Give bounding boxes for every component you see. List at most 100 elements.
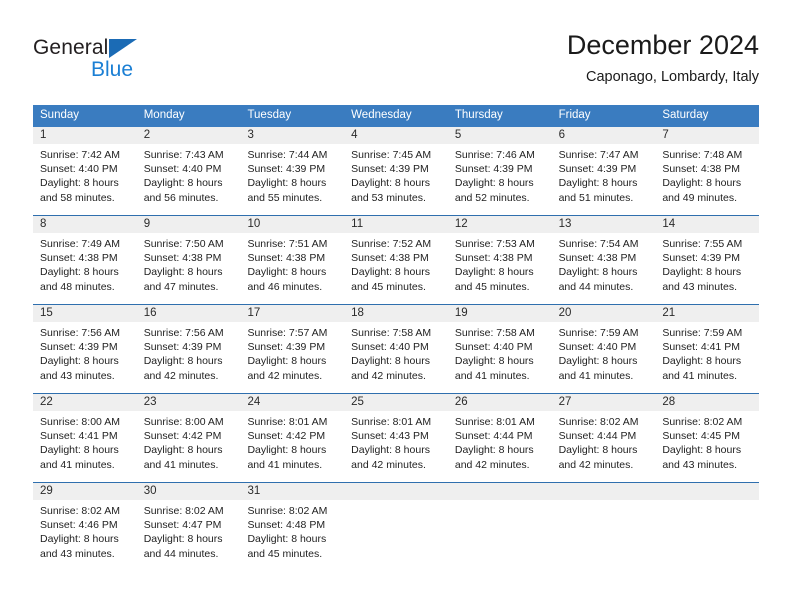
calendar-day-cell[interactable]: 27 Sunrise: 8:02 AM Sunset: 4:44 PM Dayligh… (551, 394, 656, 482)
day-number-band (447, 483, 552, 500)
calendar-day-cell[interactable]: 3 Sunrise: 7:44 AM Sunset: 4:39 PM Daylight… (240, 127, 345, 215)
sunrise-text: Sunrise: 7:55 AM (662, 238, 743, 250)
sunset-text: Sunset: 4:40 PM (40, 163, 118, 176)
calendar-day-cell[interactable]: 26 Sunrise: 8:01 AM Sunset: 4:44 PM Dayligh… (447, 394, 552, 482)
calendar-day-cell[interactable]: 31 Sunrise: 8:02 AM Sunset: 4:48 PM Dayligh… (240, 483, 345, 571)
daylight-text-line1: Daylight: 8 hours (351, 355, 430, 368)
calendar-day-cell[interactable]: 19 Sunrise: 7:58 AM Sunset: 4:40 PM Dayligh… (447, 305, 552, 393)
calendar-day-cell[interactable]: 12 Sunrise: 7:53 AM Sunset: 4:38 PM Dayligh… (447, 216, 552, 304)
calendar-week-row: 22 Sunrise: 8:00 AM Sunset: 4:41 PM Dayligh… (33, 394, 760, 483)
calendar-day-cell[interactable]: 9 Sunrise: 7:50 AM Sunset: 4:38 PM Daylight… (136, 216, 241, 304)
calendar-day-cell[interactable]: 22 Sunrise: 8:00 AM Sunset: 4:41 PM Dayligh… (33, 394, 137, 482)
day-number-band: 7 (655, 127, 760, 144)
weekday-header-saturday: Saturday (662, 109, 709, 121)
calendar-day-cell[interactable]: 25 Sunrise: 8:01 AM Sunset: 4:43 PM Dayligh… (344, 394, 448, 482)
day-details: Sunrise: 7:45 AM Sunset: 4:39 PM Daylight:… (344, 144, 448, 205)
sunrise-text: Sunrise: 8:02 AM (558, 416, 639, 428)
daylight-text-line2: and 51 minutes. (558, 191, 634, 204)
calendar-day-cell[interactable]: 11 Sunrise: 7:52 AM Sunset: 4:38 PM Dayligh… (344, 216, 448, 304)
day-number: 7 (662, 129, 669, 141)
calendar-day-cell[interactable]: 10 Sunrise: 7:51 AM Sunset: 4:38 PM Dayligh… (240, 216, 345, 304)
weekday-header-wednesday: Wednesday (351, 109, 412, 121)
brand-logo[interactable]: General Blue (33, 36, 233, 92)
sunrise-text: Sunrise: 7:51 AM (247, 238, 328, 250)
calendar-day-cell[interactable]: 17 Sunrise: 7:57 AM Sunset: 4:39 PM Dayligh… (240, 305, 345, 393)
day-number: 21 (662, 307, 676, 319)
day-details: Sunrise: 7:48 AM Sunset: 4:38 PM Daylight:… (655, 144, 759, 205)
daylight-text-line2: and 49 minutes. (662, 191, 738, 204)
daylight-text-line1: Daylight: 8 hours (662, 355, 742, 368)
day-number: 10 (247, 218, 261, 230)
sunset-text: Sunset: 4:39 PM (247, 341, 326, 354)
daylight-text-line2: and 43 minutes. (40, 369, 115, 382)
calendar-day-cell[interactable]: 8 Sunrise: 7:49 AM Sunset: 4:38 PM Daylight… (33, 216, 137, 304)
day-number: 24 (247, 396, 261, 408)
daylight-text-line1: Daylight: 8 hours (40, 444, 119, 457)
daylight-text-line2: and 48 minutes. (40, 280, 115, 293)
daylight-text-line1: Daylight: 8 hours (662, 444, 742, 457)
weekday-header-sunday: Sunday (40, 109, 80, 121)
day-number-band: 14 (655, 216, 760, 233)
day-number: 29 (40, 485, 53, 497)
sunset-text: Sunset: 4:38 PM (247, 252, 326, 265)
sunrise-text: Sunrise: 7:46 AM (454, 149, 535, 161)
daylight-text-line1: Daylight: 8 hours (143, 266, 223, 279)
daylight-text-line2: and 45 minutes. (454, 280, 530, 293)
day-number-band: 22 (33, 394, 137, 411)
sunrise-text: Sunrise: 7:44 AM (247, 149, 328, 161)
sunset-text: Sunset: 4:47 PM (143, 519, 222, 532)
calendar-day-cell[interactable]: 1 Sunrise: 7:42 AM Sunset: 4:40 PM Daylight… (33, 127, 137, 215)
calendar-day-cell[interactable]: 16 Sunrise: 7:56 AM Sunset: 4:39 PM Dayligh… (136, 305, 241, 393)
day-number: 28 (662, 396, 676, 408)
calendar-day-cell[interactable]: 6 Sunrise: 7:47 AM Sunset: 4:39 PM Daylight… (551, 127, 656, 215)
day-number: 16 (143, 307, 157, 319)
sunset-text: Sunset: 4:38 PM (40, 252, 118, 265)
sunset-text: Sunset: 4:39 PM (247, 163, 326, 176)
calendar-day-cell[interactable]: 30 Sunrise: 8:02 AM Sunset: 4:47 PM Dayligh… (136, 483, 241, 571)
sunrise-text: Sunrise: 7:43 AM (143, 149, 224, 161)
sunrise-text: Sunrise: 7:56 AM (40, 327, 120, 339)
day-number-band: 21 (655, 305, 760, 322)
day-number: 14 (662, 218, 676, 230)
day-details: Sunrise: 8:02 AM Sunset: 4:45 PM Daylight:… (655, 411, 759, 472)
calendar-day-cell[interactable]: 28 Sunrise: 8:02 AM Sunset: 4:45 PM Dayligh… (655, 394, 760, 482)
calendar-day-cell[interactable]: 14 Sunrise: 7:55 AM Sunset: 4:39 PM Dayligh… (655, 216, 760, 304)
calendar-day-cell[interactable]: 4 Sunrise: 7:45 AM Sunset: 4:39 PM Daylight… (344, 127, 448, 215)
sunset-text: Sunset: 4:40 PM (558, 341, 637, 354)
daylight-text-line2: and 47 minutes. (143, 280, 219, 293)
daylight-text-line1: Daylight: 8 hours (40, 355, 119, 368)
day-number: 27 (558, 396, 572, 408)
calendar-day-cell[interactable]: 15 Sunrise: 7:56 AM Sunset: 4:39 PM Dayligh… (33, 305, 137, 393)
calendar-day-cell[interactable]: 24 Sunrise: 8:01 AM Sunset: 4:42 PM Dayligh… (240, 394, 345, 482)
day-number-band: 28 (655, 394, 760, 411)
daylight-text-line1: Daylight: 8 hours (143, 444, 223, 457)
day-details: Sunrise: 7:50 AM Sunset: 4:38 PM Daylight:… (137, 233, 241, 294)
weekday-header-tuesday: Tuesday (247, 109, 292, 121)
calendar-day-cell[interactable]: 18 Sunrise: 7:58 AM Sunset: 4:40 PM Dayligh… (344, 305, 448, 393)
calendar-day-cell[interactable]: 21 Sunrise: 7:59 AM Sunset: 4:41 PM Dayligh… (655, 305, 760, 393)
day-number-band: 30 (136, 483, 241, 500)
day-number-band (551, 483, 656, 500)
weekday-header-monday: Monday (143, 109, 185, 121)
sunrise-text: Sunrise: 7:49 AM (40, 238, 120, 250)
daylight-text-line2: and 45 minutes. (351, 280, 426, 293)
sunset-text: Sunset: 4:38 PM (662, 163, 740, 176)
calendar-day-cell[interactable]: 29 Sunrise: 8:02 AM Sunset: 4:46 PM Dayligh… (33, 483, 137, 571)
sunrise-text: Sunrise: 7:52 AM (351, 238, 432, 250)
weekday-header-row: Sunday Monday Tuesday Wednesday Thursday… (33, 105, 759, 127)
day-number-band: 10 (240, 216, 345, 233)
calendar-day-cell[interactable]: 23 Sunrise: 8:00 AM Sunset: 4:42 PM Dayligh… (136, 394, 241, 482)
calendar-day-cell[interactable]: 13 Sunrise: 7:54 AM Sunset: 4:38 PM Dayligh… (551, 216, 656, 304)
calendar-page: General Blue December 2024 Caponago, Lom… (0, 0, 792, 612)
sunrise-text: Sunrise: 7:54 AM (558, 238, 639, 250)
day-number-band: 16 (136, 305, 241, 322)
daylight-text-line2: and 43 minutes. (40, 547, 115, 560)
calendar-day-cell[interactable]: 2 Sunrise: 7:43 AM Sunset: 4:40 PM Daylight… (136, 127, 241, 215)
calendar-day-cell[interactable]: 7 Sunrise: 7:48 AM Sunset: 4:38 PM Daylight… (655, 127, 760, 215)
calendar-day-cell[interactable]: 20 Sunrise: 7:59 AM Sunset: 4:40 PM Dayligh… (551, 305, 656, 393)
calendar-day-cell[interactable]: 5 Sunrise: 7:46 AM Sunset: 4:39 PM Daylight… (447, 127, 552, 215)
day-details: Sunrise: 7:56 AM Sunset: 4:39 PM Daylight:… (137, 322, 241, 383)
sunset-text: Sunset: 4:38 PM (143, 252, 222, 265)
daylight-text-line1: Daylight: 8 hours (143, 177, 223, 190)
daylight-text-line2: and 43 minutes. (662, 280, 738, 293)
